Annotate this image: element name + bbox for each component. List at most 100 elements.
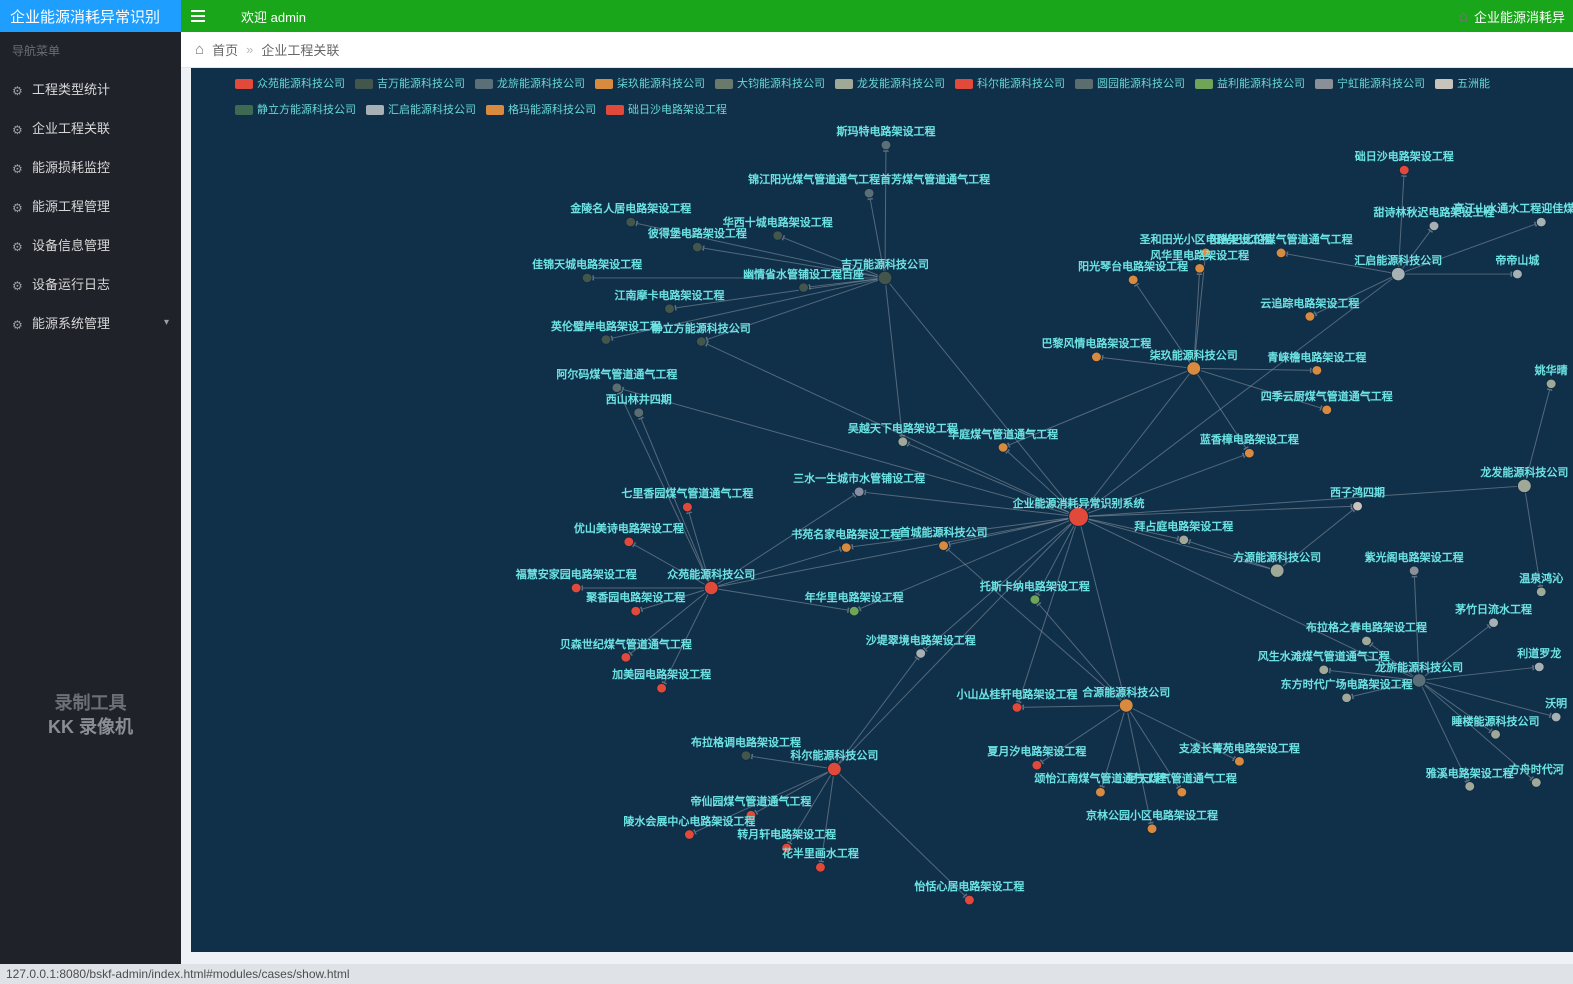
graph-node[interactable] — [1177, 787, 1187, 797]
legend-item-8[interactable]: 益利能源科技公司 — [1195, 74, 1305, 94]
graph-node[interactable] — [1465, 782, 1475, 792]
graph-node[interactable] — [878, 271, 892, 284]
sidebar-item-2[interactable]: 能源损耗监控 — [0, 147, 181, 186]
sidebar-item-6[interactable]: 能源系统管理▾ — [0, 303, 181, 342]
node-label: 沙堤翠境电路架设工程 — [866, 632, 976, 648]
graph-node[interactable] — [1128, 275, 1138, 285]
graph-node[interactable] — [657, 683, 667, 693]
graph-node[interactable] — [1531, 778, 1541, 788]
graph-node[interactable] — [898, 437, 908, 447]
legend-item-3[interactable]: 柒玖能源科技公司 — [595, 74, 705, 94]
graph-node[interactable] — [1491, 730, 1501, 740]
graph-node[interactable] — [1412, 674, 1426, 687]
graph-node[interactable] — [1179, 535, 1189, 545]
graph-node[interactable] — [1391, 267, 1405, 280]
graph-node[interactable] — [841, 543, 851, 553]
graph-node[interactable] — [601, 335, 611, 345]
graph-node[interactable] — [624, 537, 634, 547]
legend-item-7[interactable]: 圆园能源科技公司 — [1075, 74, 1185, 94]
home-icon[interactable] — [195, 41, 204, 58]
legend-item-1[interactable]: 吉万能源科技公司 — [355, 74, 465, 94]
graph-node[interactable] — [1032, 760, 1042, 770]
legend-swatch — [1435, 79, 1453, 89]
sidebar-item-4[interactable]: 设备信息管理 — [0, 225, 181, 264]
hamburger-icon[interactable] — [191, 10, 217, 22]
graph-node[interactable] — [815, 862, 825, 872]
graph-node[interactable] — [1362, 636, 1372, 646]
graph-node[interactable] — [1147, 824, 1157, 834]
graph-canvas[interactable]: 众苑能源科技公司吉万能源科技公司龙旂能源科技公司柒玖能源科技公司大钧能源科技公司… — [191, 68, 1573, 952]
graph-node[interactable] — [827, 762, 841, 775]
legend-swatch — [366, 105, 384, 115]
topbar-right-crumb[interactable]: 企业能源消耗异 — [1459, 7, 1565, 26]
legend-item-0[interactable]: 众苑能源科技公司 — [235, 74, 345, 94]
crumb-home[interactable]: 首页 — [212, 40, 238, 59]
graph-node[interactable] — [692, 242, 702, 252]
graph-node[interactable] — [1409, 566, 1419, 576]
graph-node[interactable] — [881, 140, 891, 150]
graph-node[interactable] — [1534, 662, 1544, 672]
graph-node[interactable] — [582, 273, 592, 283]
graph-node[interactable] — [665, 304, 675, 314]
legend-item-10[interactable]: 五洲能 — [1435, 74, 1490, 94]
graph-node[interactable] — [854, 487, 864, 497]
graph-node[interactable] — [1517, 479, 1531, 492]
graph-node[interactable] — [1276, 248, 1286, 258]
legend-item-13[interactable]: 格玛能源科技公司 — [486, 100, 596, 120]
sidebar-item-1[interactable]: 企业工程关联 — [0, 108, 181, 147]
graph-node[interactable] — [1119, 699, 1133, 712]
graph-node[interactable] — [916, 649, 926, 659]
graph-node[interactable] — [1536, 587, 1546, 597]
graph-node[interactable] — [864, 188, 874, 198]
legend-item-5[interactable]: 龙发能源科技公司 — [835, 74, 945, 94]
graph-node[interactable] — [1187, 362, 1201, 375]
graph-node[interactable] — [1030, 595, 1040, 605]
graph-node[interactable] — [939, 541, 949, 551]
graph-node[interactable] — [773, 231, 783, 241]
graph-node[interactable] — [1319, 665, 1329, 675]
legend-item-12[interactable]: 汇启能源科技公司 — [366, 100, 476, 120]
graph-node[interactable] — [1244, 448, 1254, 458]
graph-node[interactable] — [849, 606, 859, 616]
legend-item-2[interactable]: 龙旂能源科技公司 — [475, 74, 585, 94]
graph-node[interactable] — [1091, 352, 1101, 362]
graph-node[interactable] — [634, 408, 644, 418]
graph-node[interactable] — [799, 283, 809, 293]
graph-node[interactable] — [1270, 564, 1284, 577]
graph-node[interactable] — [1342, 693, 1352, 703]
legend-item-14[interactable]: 础日沙电路架设工程 — [606, 100, 727, 120]
graph-node[interactable] — [741, 751, 751, 761]
graph-node[interactable] — [998, 443, 1008, 453]
graph-node[interactable] — [964, 895, 974, 905]
graph-node[interactable] — [696, 337, 706, 347]
graph-node[interactable] — [682, 502, 692, 512]
graph-node[interactable] — [1429, 221, 1439, 231]
graph-node[interactable] — [1234, 757, 1244, 767]
graph-node[interactable] — [1305, 312, 1315, 322]
graph-node[interactable] — [1322, 405, 1332, 415]
sidebar-item-5[interactable]: 设备运行日志 — [0, 264, 181, 303]
graph-node[interactable] — [1012, 703, 1022, 713]
graph-node[interactable] — [1399, 165, 1409, 175]
graph-node[interactable] — [1353, 501, 1363, 511]
graph-node[interactable] — [684, 830, 694, 840]
graph-node[interactable] — [1551, 712, 1561, 722]
graph-node[interactable] — [1546, 379, 1556, 389]
graph-node[interactable] — [621, 653, 631, 663]
graph-node[interactable] — [1095, 787, 1105, 797]
graph-node[interactable] — [1536, 217, 1546, 227]
legend-item-4[interactable]: 大钧能源科技公司 — [715, 74, 825, 94]
graph-node[interactable] — [1195, 263, 1205, 273]
graph-node[interactable] — [631, 606, 641, 616]
legend-item-11[interactable]: 静立方能源科技公司 — [235, 100, 356, 120]
sidebar-item-3[interactable]: 能源工程管理 — [0, 186, 181, 225]
sidebar-item-0[interactable]: 工程类型统计 — [0, 69, 181, 108]
legend-item-6[interactable]: 科尔能源科技公司 — [955, 74, 1065, 94]
graph-node[interactable] — [704, 581, 718, 594]
graph-node[interactable] — [626, 217, 636, 227]
legend-item-9[interactable]: 宁虹能源科技公司 — [1315, 74, 1425, 94]
graph-node[interactable] — [1489, 618, 1499, 628]
graph-node[interactable] — [571, 583, 581, 593]
graph-node[interactable] — [1512, 269, 1522, 279]
graph-node[interactable] — [1312, 366, 1322, 376]
